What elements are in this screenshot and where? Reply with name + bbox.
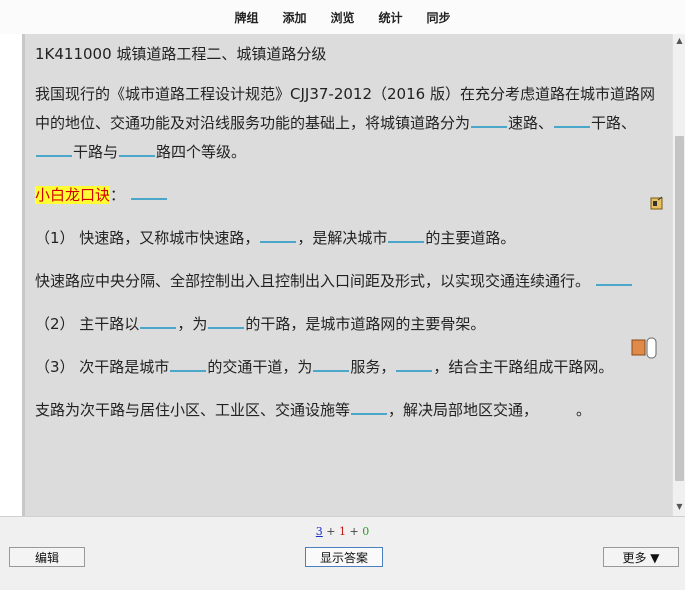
cloze-blank[interactable] xyxy=(554,108,591,128)
cloze-blank[interactable] xyxy=(595,266,632,286)
cloze-blank[interactable] xyxy=(313,352,350,372)
cloze-blank[interactable] xyxy=(260,223,297,243)
cloze-blank[interactable] xyxy=(130,180,167,200)
bottom-toolbar: 3 + 1 + 0 编辑 显示答案 更多 ▼ xyxy=(0,516,685,590)
item-text: （1） 快速路，又称城市快速路， xyxy=(35,229,260,247)
item-2: （2） 主干路以 ，为 的干路，是城市道路网的主要骨架。 xyxy=(35,309,657,338)
mnemonic-line: 小白龙口诀： xyxy=(35,180,657,209)
menu-decks[interactable]: 牌组 xyxy=(222,9,270,26)
cloze-blank[interactable] xyxy=(119,137,156,157)
intro-text: 干路、 xyxy=(591,114,637,132)
intro-text: 速路、 xyxy=(508,114,554,132)
learn-count: 1 xyxy=(339,525,346,538)
card-content: 1K411000 城镇道路工程二、城镇道路分级 我国现行的《城市道路工程设计规范… xyxy=(35,40,657,438)
para-text: 。 xyxy=(576,401,592,419)
scroll-up-icon[interactable]: ▲ xyxy=(675,36,684,46)
item-3: （3） 次干路是城市 的交通干道，为 服务， ，结合主干路组成干路网。 xyxy=(35,352,657,381)
more-button[interactable]: 更多 ▼ xyxy=(603,547,679,567)
para-text: 快速路应中央分隔、全部控制出入且控制出入口间距及形式，以实现交通连续通行。 xyxy=(35,272,591,290)
due-counts: 3 + 1 + 0 xyxy=(0,525,685,538)
cloze-blank[interactable] xyxy=(396,352,433,372)
item-text: （3） 次干路是城市 xyxy=(35,358,170,376)
scroll-down-icon[interactable]: ▼ xyxy=(675,502,684,512)
cloze-blank[interactable] xyxy=(208,309,245,329)
new-count: 3 xyxy=(315,525,323,538)
cloze-blank[interactable] xyxy=(471,108,508,128)
item-text: 的交通干道，为 xyxy=(207,358,313,376)
toggle-icon[interactable] xyxy=(631,336,657,360)
para-text: ，解决局部地区交通， xyxy=(388,401,539,419)
paragraph-intro: 我国现行的《城市道路工程设计规范》CJJ37-2012（2016 版）在充分考虑… xyxy=(35,80,657,166)
card-area: 1K411000 城镇道路工程二、城镇道路分级 我国现行的《城市道路工程设计规范… xyxy=(0,34,685,516)
review-count: 0 xyxy=(362,525,370,538)
item-text: ，为 xyxy=(177,315,208,333)
item-text: ，是解决城市 xyxy=(297,229,388,247)
cloze-blank[interactable] xyxy=(539,395,575,415)
menu-sync[interactable]: 同步 xyxy=(415,9,463,26)
edit-button[interactable]: 编辑 xyxy=(9,547,85,567)
card-title: 1K411000 城镇道路工程二、城镇道路分级 xyxy=(35,45,327,63)
card: 1K411000 城镇道路工程二、城镇道路分级 我国现行的《城市道路工程设计规范… xyxy=(22,34,673,516)
mnemonic-label: 小白龙口诀 xyxy=(35,186,111,204)
item-text: 的干路，是城市道路网的主要骨架。 xyxy=(245,315,486,333)
top-menu-bar: 牌组 添加 浏览 统计 同步 xyxy=(0,0,685,35)
audio-clip-icon[interactable] xyxy=(650,195,664,211)
cloze-blank[interactable] xyxy=(140,309,177,329)
item-1: （1） 快速路，又称城市快速路， ，是解决城市 的主要道路。 xyxy=(35,223,657,252)
paragraph-branch: 支路为次干路与居住小区、工业区、交通设施等 ，解决局部地区交通， 。 xyxy=(35,395,657,424)
intro-text: 干路与 xyxy=(73,143,119,161)
menu-browse[interactable]: 浏览 xyxy=(318,9,366,26)
count-separator: + xyxy=(349,525,359,538)
count-separator: + xyxy=(326,525,336,538)
cloze-blank[interactable] xyxy=(170,352,207,372)
cloze-blank[interactable] xyxy=(351,395,388,415)
paragraph-expressway: 快速路应中央分隔、全部控制出入且控制出入口间距及形式，以实现交通连续通行。 xyxy=(35,266,657,295)
item-text: 的主要道路。 xyxy=(425,229,516,247)
scrollbar-thumb[interactable] xyxy=(675,136,684,481)
menu-stats[interactable]: 统计 xyxy=(367,9,415,26)
item-text: ，结合主干路组成干路网。 xyxy=(433,358,614,376)
menu-add[interactable]: 添加 xyxy=(270,9,318,26)
card-scrollbar[interactable]: ▲ ▼ xyxy=(672,34,685,516)
item-text: （2） 主干路以 xyxy=(35,315,140,333)
mnemonic-colon: ： xyxy=(110,186,126,204)
show-answer-button[interactable]: 显示答案 xyxy=(305,547,383,567)
para-text: 支路为次干路与居住小区、工业区、交通设施等 xyxy=(35,401,351,419)
cloze-blank[interactable] xyxy=(36,137,72,157)
cloze-blank[interactable] xyxy=(388,223,425,243)
item-text: 服务， xyxy=(350,358,396,376)
intro-text: 路四个等级。 xyxy=(156,143,247,161)
